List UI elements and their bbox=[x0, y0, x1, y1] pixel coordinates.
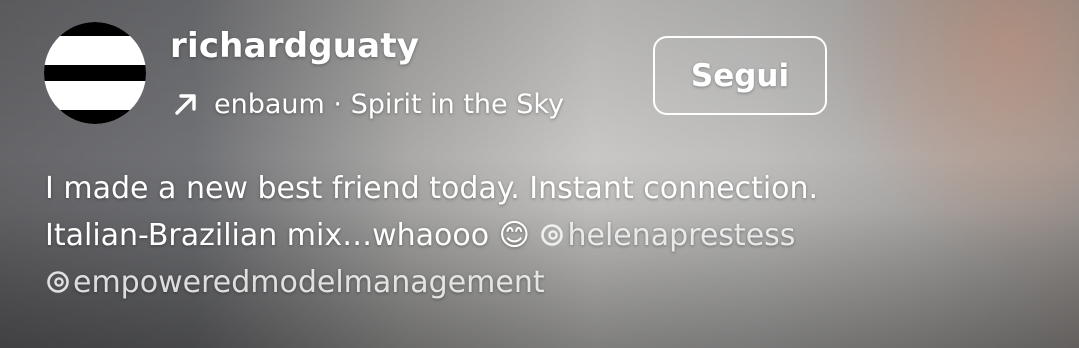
threads-icon bbox=[541, 224, 564, 246]
follow-button[interactable]: Segui bbox=[653, 36, 827, 115]
username[interactable]: richardguaty bbox=[170, 26, 419, 66]
avatar-stripe bbox=[44, 65, 146, 81]
avatar[interactable] bbox=[44, 22, 146, 124]
caption-line-3: empoweredmodelmanagement bbox=[45, 259, 1055, 306]
mention-link[interactable]: empoweredmodelmanagement bbox=[45, 265, 545, 300]
caption-line-2: Italian-Brazilian mix…whaooo 😊 helenapre… bbox=[45, 212, 1055, 259]
avatar-stripe bbox=[44, 110, 146, 124]
post-caption: I made a new best friend today. Instant … bbox=[45, 165, 1055, 306]
avatar-stripe bbox=[44, 22, 146, 36]
arrow-up-right-icon bbox=[175, 94, 196, 115]
caption-line-1: I made a new best friend today. Instant … bbox=[45, 171, 819, 206]
mention-text: empoweredmodelmanagement bbox=[73, 265, 545, 300]
mention-text: helenaprestess bbox=[567, 218, 796, 253]
audio-label: enbaum · Spirit in the Sky bbox=[214, 88, 564, 120]
mention-link[interactable]: helenaprestess bbox=[539, 218, 795, 253]
threads-icon bbox=[47, 271, 69, 293]
caption-text: Italian-Brazilian mix…whaooo 😊 bbox=[45, 218, 530, 253]
audio-attribution[interactable]: enbaum · Spirit in the Sky bbox=[170, 84, 564, 124]
